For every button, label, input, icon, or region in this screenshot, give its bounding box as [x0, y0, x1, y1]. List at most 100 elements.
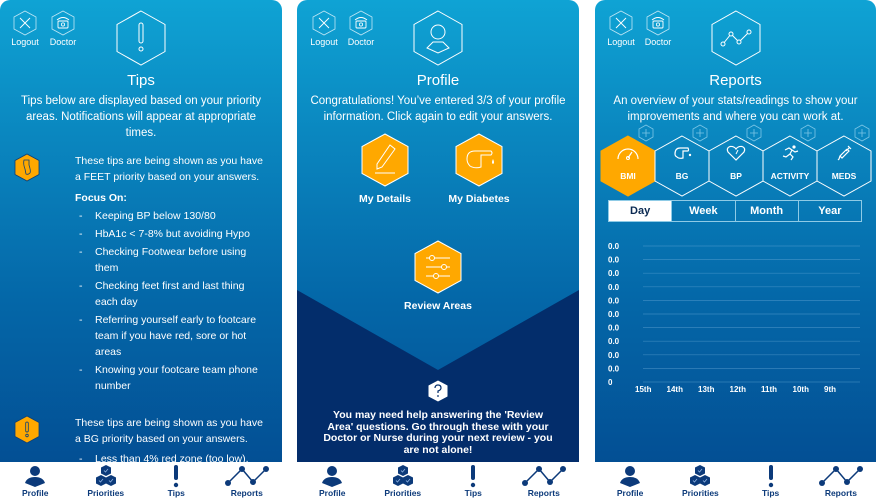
sliders-icon	[414, 240, 462, 294]
metric-label: BMI	[620, 171, 636, 181]
y-tick-label: 0.0	[608, 283, 620, 292]
period-tabs: Day Week Month Year	[608, 200, 862, 222]
page-description: Congratulations! You’ve entered 3/3 of y…	[310, 95, 566, 123]
nav-label: Priorities	[87, 488, 125, 498]
y-tick-label: 0.0	[608, 364, 620, 373]
line-graph-icon	[509, 464, 580, 488]
my-diabetes-label: My Diabetes	[448, 193, 510, 205]
y-tick-label: 0.0	[608, 256, 620, 265]
nav-label: Tips	[167, 488, 185, 498]
profile-panel: Logout Doctor Profile Congratulations! Y…	[297, 0, 579, 462]
nav-priorities[interactable]: Priorities	[71, 462, 142, 500]
nav-tips[interactable]: Tips	[141, 462, 212, 500]
question-hex-icon	[428, 380, 448, 402]
line-graph-icon	[806, 464, 876, 488]
help-note: You may need help answering the 'Review …	[323, 409, 553, 456]
tip-text: These tips are being shown as you have a…	[75, 415, 268, 462]
tab-week[interactable]: Week	[671, 201, 734, 221]
y-tick-label: 0.0	[608, 269, 620, 278]
tip-text: These tips are being shown as you have a…	[75, 153, 268, 394]
review-areas-button[interactable]: Review Areas	[388, 240, 488, 312]
focus-label: Focus On:	[75, 192, 127, 204]
pencil-icon	[361, 133, 409, 187]
tip-item: HbA1c < 7-8% but avoiding Hypo	[75, 226, 268, 242]
page-title: Tips	[127, 72, 155, 89]
metric-label: BP	[730, 171, 742, 181]
y-tick-label: 0.0	[608, 296, 620, 305]
nav-reports[interactable]: Reports	[212, 462, 283, 500]
x-tick-label: 9th	[824, 385, 836, 394]
page-title: Profile	[416, 72, 460, 89]
bottom-nav: Profile Priorities Tips Reports	[297, 462, 579, 500]
nav-label: Reports	[527, 488, 560, 498]
person-icon	[0, 464, 71, 488]
bottom-nav: Profile Priorities Tips Reports	[595, 462, 876, 500]
y-tick-label: 0.0	[608, 337, 620, 346]
x-tick-label: 10th	[793, 385, 810, 394]
tips-panel: Logout Doctor Tips Tips below are displa…	[0, 0, 282, 462]
nav-reports[interactable]: Reports	[509, 462, 580, 500]
foot-icon	[14, 153, 40, 182]
tip-list: Less than 4% red zone (too low),	[75, 451, 268, 462]
tab-month[interactable]: Month	[734, 201, 798, 221]
syringe-icon	[816, 145, 872, 161]
bottom-nav: Profile Priorities Tips Reports	[0, 462, 282, 500]
y-tick-label: 0	[608, 378, 613, 387]
page-description: Tips below are displayed based on your p…	[21, 95, 261, 139]
tip-item: Keeping BP below 130/80	[75, 208, 268, 224]
page-title: Reports	[709, 72, 762, 89]
review-areas-label: Review Areas	[404, 300, 472, 312]
page-description: An overview of your stats/readings to sh…	[613, 95, 858, 123]
report-chart: 0.0 0.0 0.0 0.0 0.0 0.0 0.0 0.0 0.0 0.0 0 15th 14th 1…	[608, 242, 860, 394]
x-tick-label: 11th	[761, 385, 777, 394]
nav-label: Reports	[824, 488, 857, 498]
my-details-button[interactable]: My Details	[335, 133, 435, 205]
exclamation-icon	[14, 415, 40, 444]
my-details-label: My Details	[359, 193, 411, 205]
reports-screen: Logout Doctor Reports An overview of you…	[595, 0, 876, 500]
x-tick-label: 14th	[667, 385, 684, 394]
y-tick-label: 0.0	[608, 310, 620, 319]
metric-activity[interactable]: ACTIVITY	[762, 135, 818, 197]
reports-panel: Logout Doctor Reports An overview of you…	[595, 0, 876, 462]
nav-label: Priorities	[384, 488, 422, 498]
help-icon-wrap	[297, 380, 579, 402]
tips-screen: Logout Doctor Tips Tips below are displa…	[0, 0, 282, 500]
my-diabetes-button[interactable]: My Diabetes	[429, 133, 529, 205]
nav-profile[interactable]: Profile	[595, 462, 665, 500]
finger-prick-icon	[654, 145, 710, 161]
y-tick-label: 0.0	[608, 351, 620, 360]
metric-label: MEDS	[831, 171, 857, 181]
tip-item: Referring yourself early to footcare tea…	[75, 312, 268, 360]
nav-profile[interactable]: Profile	[297, 462, 368, 500]
tab-day[interactable]: Day	[609, 201, 672, 221]
tab-year[interactable]: Year	[797, 201, 861, 221]
person-icon	[595, 464, 665, 488]
y-tick-label: 0.0	[608, 242, 620, 251]
x-tick-label: 12th	[730, 385, 747, 394]
nav-label: Reports	[230, 488, 263, 498]
x-tick-label: 15th	[635, 385, 652, 394]
reports-hero	[595, 10, 876, 66]
tip-intro: These tips are being shown as you have a…	[75, 155, 263, 183]
nav-label: Profile	[616, 488, 644, 498]
profile-screen: Logout Doctor Profile Congratulations! Y…	[297, 0, 579, 500]
metric-label: ACTIVITY	[770, 171, 810, 181]
nav-tips[interactable]: Tips	[438, 462, 509, 500]
tip-item: Checking feet first and last thing each …	[75, 278, 268, 310]
metric-bp[interactable]: BP	[708, 135, 764, 197]
nav-tips[interactable]: Tips	[736, 462, 806, 500]
heart-icon	[708, 145, 764, 161]
metric-meds[interactable]: MEDS	[816, 135, 872, 197]
metric-bmi[interactable]: BMI	[600, 135, 656, 197]
nav-priorities[interactable]: Priorities	[665, 462, 735, 500]
exclamation-icon	[141, 464, 212, 488]
nav-profile[interactable]: Profile	[0, 462, 71, 500]
tips-hero	[0, 10, 282, 66]
nav-priorities[interactable]: Priorities	[368, 462, 439, 500]
tip-item: Knowing your footcare team phone number	[75, 362, 268, 394]
metric-bg[interactable]: BG	[654, 135, 710, 197]
nav-label: Priorities	[681, 488, 719, 498]
tip-intro: These tips are being shown as you have a…	[75, 417, 263, 445]
nav-reports[interactable]: Reports	[806, 462, 876, 500]
